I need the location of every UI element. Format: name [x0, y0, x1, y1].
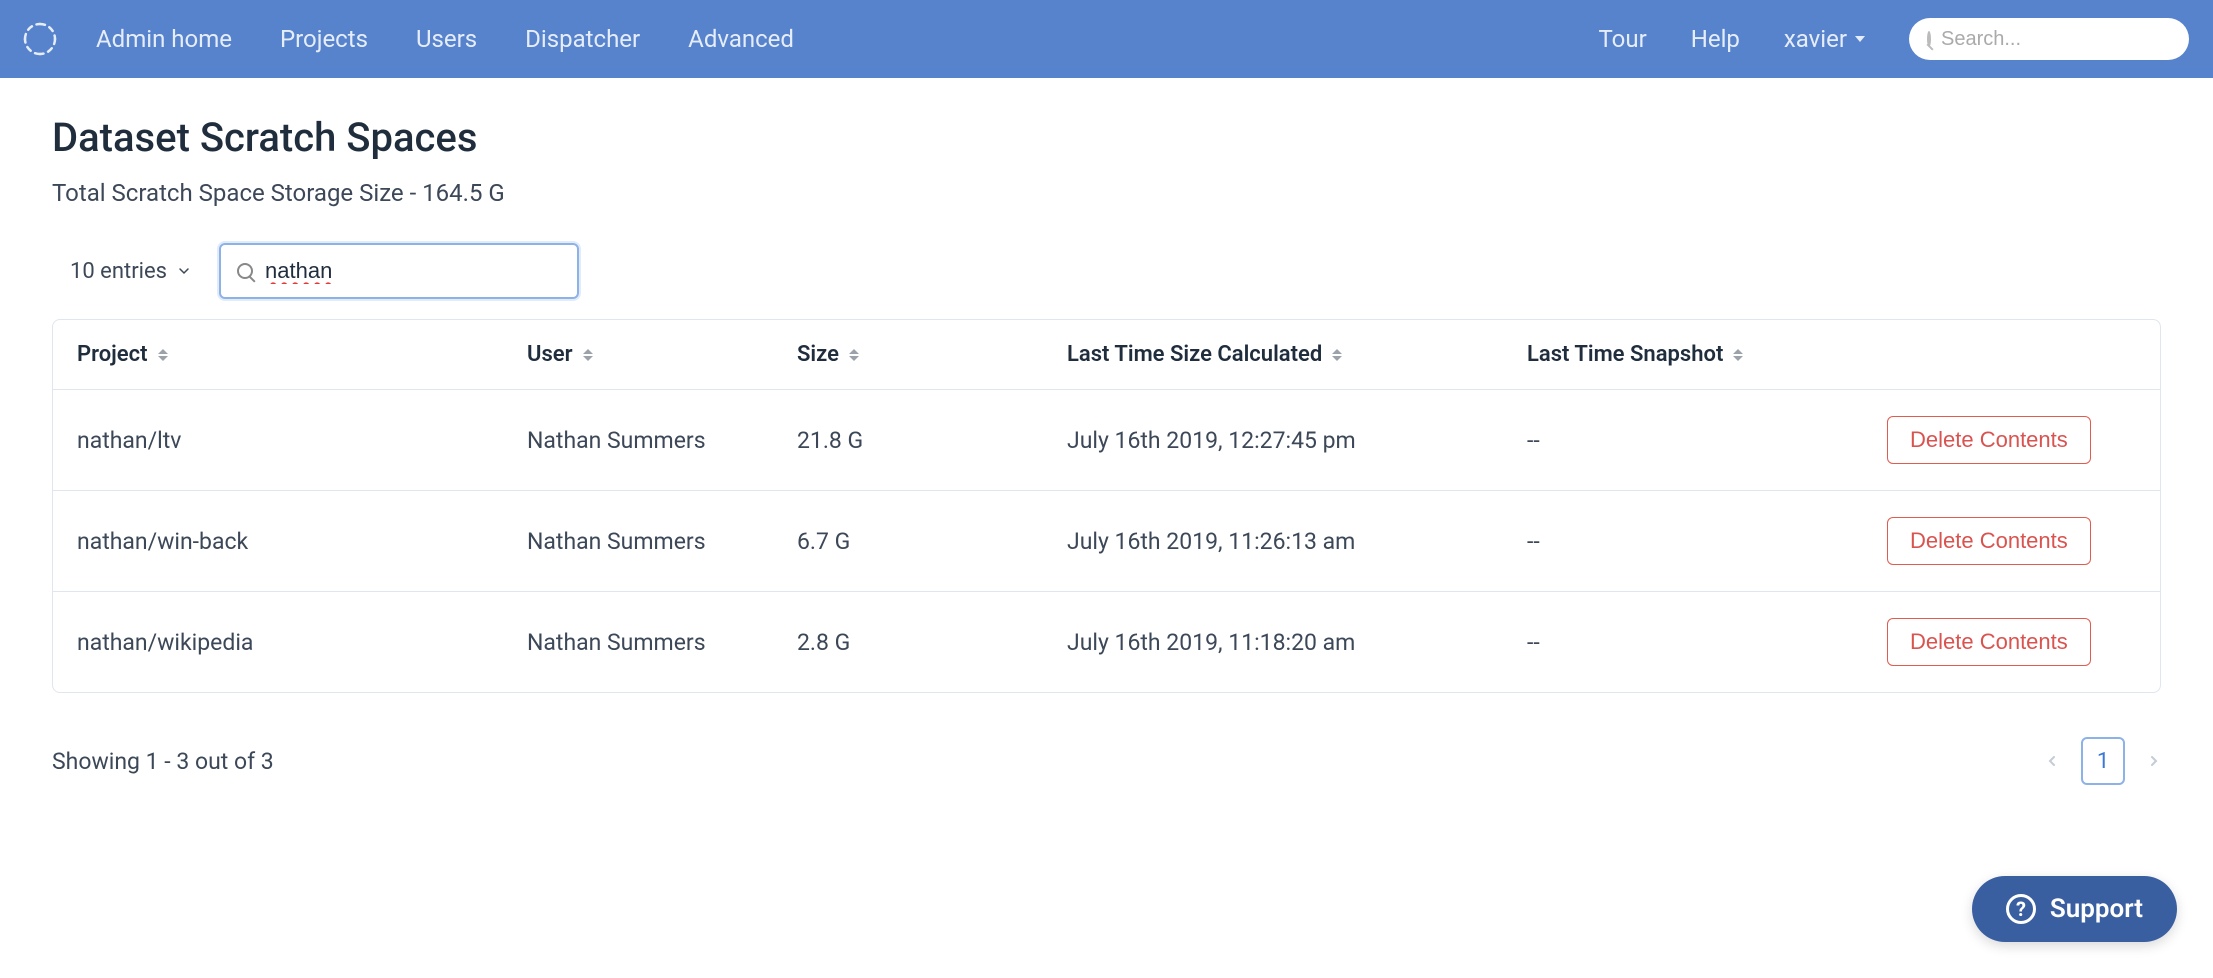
user-name: xavier [1784, 25, 1847, 53]
page-content: Dataset Scratch Spaces Total Scratch Spa… [0, 78, 2213, 809]
cell-calc: July 16th 2019, 12:27:45 pm [1067, 427, 1527, 454]
th-label: Size [797, 342, 839, 367]
cell-size: 2.8 G [797, 629, 1067, 656]
help-icon: ? [2006, 894, 2036, 924]
th-user[interactable]: User [527, 342, 797, 367]
sort-icon [1733, 349, 1743, 361]
global-search[interactable] [1909, 18, 2189, 60]
pagination: 1 [2045, 737, 2161, 785]
sort-icon [158, 349, 168, 361]
search-icon [237, 263, 253, 279]
table-controls: 10 entries [70, 243, 2161, 299]
cell-action: Delete Contents [1887, 416, 2136, 464]
showing-text: Showing 1 - 3 out of 3 [52, 748, 274, 775]
cell-project: nathan/ltv [77, 427, 527, 454]
user-menu[interactable]: xavier [1784, 25, 1865, 53]
cell-action: Delete Contents [1887, 618, 2136, 666]
delete-contents-button[interactable]: Delete Contents [1887, 618, 2091, 666]
th-label: User [527, 342, 573, 367]
entries-label: 10 entries [70, 259, 167, 284]
chevron-down-icon [177, 264, 191, 278]
entries-selector[interactable]: 10 entries [70, 259, 191, 284]
search-icon [1927, 31, 1931, 47]
page-number[interactable]: 1 [2081, 737, 2125, 785]
nav-right: Tour Help xavier [1599, 18, 2190, 60]
cell-snap: -- [1527, 629, 1887, 656]
th-action [1887, 342, 2136, 367]
sort-icon [1332, 349, 1342, 361]
table-search[interactable] [219, 243, 579, 299]
cell-snap: -- [1527, 528, 1887, 555]
sort-icon [583, 349, 593, 361]
th-size[interactable]: Size [797, 342, 1067, 367]
table-row: nathan/win-back Nathan Summers 6.7 G Jul… [53, 491, 2160, 592]
nav-advanced[interactable]: Advanced [688, 25, 794, 53]
cell-calc: July 16th 2019, 11:18:20 am [1067, 629, 1527, 656]
th-label: Last Time Snapshot [1527, 342, 1723, 367]
page-subtitle: Total Scratch Space Storage Size - 164.5… [52, 179, 2161, 207]
delete-contents-button[interactable]: Delete Contents [1887, 416, 2091, 464]
cell-action: Delete Contents [1887, 517, 2136, 565]
cell-user: Nathan Summers [527, 528, 797, 555]
cell-user: Nathan Summers [527, 427, 797, 454]
th-label: Project [77, 342, 148, 367]
nav-dispatcher[interactable]: Dispatcher [525, 25, 640, 53]
navbar: Admin home Projects Users Dispatcher Adv… [0, 0, 2213, 78]
cell-user: Nathan Summers [527, 629, 797, 656]
table-footer: Showing 1 - 3 out of 3 1 [52, 737, 2161, 785]
nav-projects[interactable]: Projects [280, 25, 368, 53]
support-button[interactable]: ? Support [1972, 876, 2177, 942]
nav-admin-home[interactable]: Admin home [96, 25, 232, 53]
prev-page-button[interactable] [2045, 749, 2059, 774]
cell-size: 21.8 G [797, 427, 1067, 454]
th-last-calculated[interactable]: Last Time Size Calculated [1067, 342, 1527, 367]
cell-snap: -- [1527, 427, 1887, 454]
nav-users[interactable]: Users [416, 25, 477, 53]
table: Project User Size Last Time Size Calcula… [52, 319, 2161, 693]
cell-project: nathan/wikipedia [77, 629, 527, 656]
th-project[interactable]: Project [77, 342, 527, 367]
table-header: Project User Size Last Time Size Calcula… [53, 320, 2160, 390]
sort-icon [849, 349, 859, 361]
th-last-snapshot[interactable]: Last Time Snapshot [1527, 342, 1887, 367]
support-label: Support [2050, 894, 2143, 924]
next-page-button[interactable] [2147, 749, 2161, 774]
th-label: Last Time Size Calculated [1067, 342, 1322, 367]
nav-help[interactable]: Help [1691, 25, 1740, 53]
global-search-input[interactable] [1941, 28, 2206, 51]
cell-project: nathan/win-back [77, 528, 527, 555]
caret-down-icon [1855, 36, 1865, 42]
table-search-input[interactable] [265, 258, 561, 284]
cell-calc: July 16th 2019, 11:26:13 am [1067, 528, 1527, 555]
nav-left: Admin home Projects Users Dispatcher Adv… [96, 25, 1599, 53]
cell-size: 6.7 G [797, 528, 1067, 555]
page-title: Dataset Scratch Spaces [52, 114, 2161, 161]
delete-contents-button[interactable]: Delete Contents [1887, 517, 2091, 565]
table-row: nathan/ltv Nathan Summers 21.8 G July 16… [53, 390, 2160, 491]
table-row: nathan/wikipedia Nathan Summers 2.8 G Ju… [53, 592, 2160, 692]
brand-logo[interactable] [16, 15, 64, 63]
nav-tour[interactable]: Tour [1599, 25, 1647, 53]
